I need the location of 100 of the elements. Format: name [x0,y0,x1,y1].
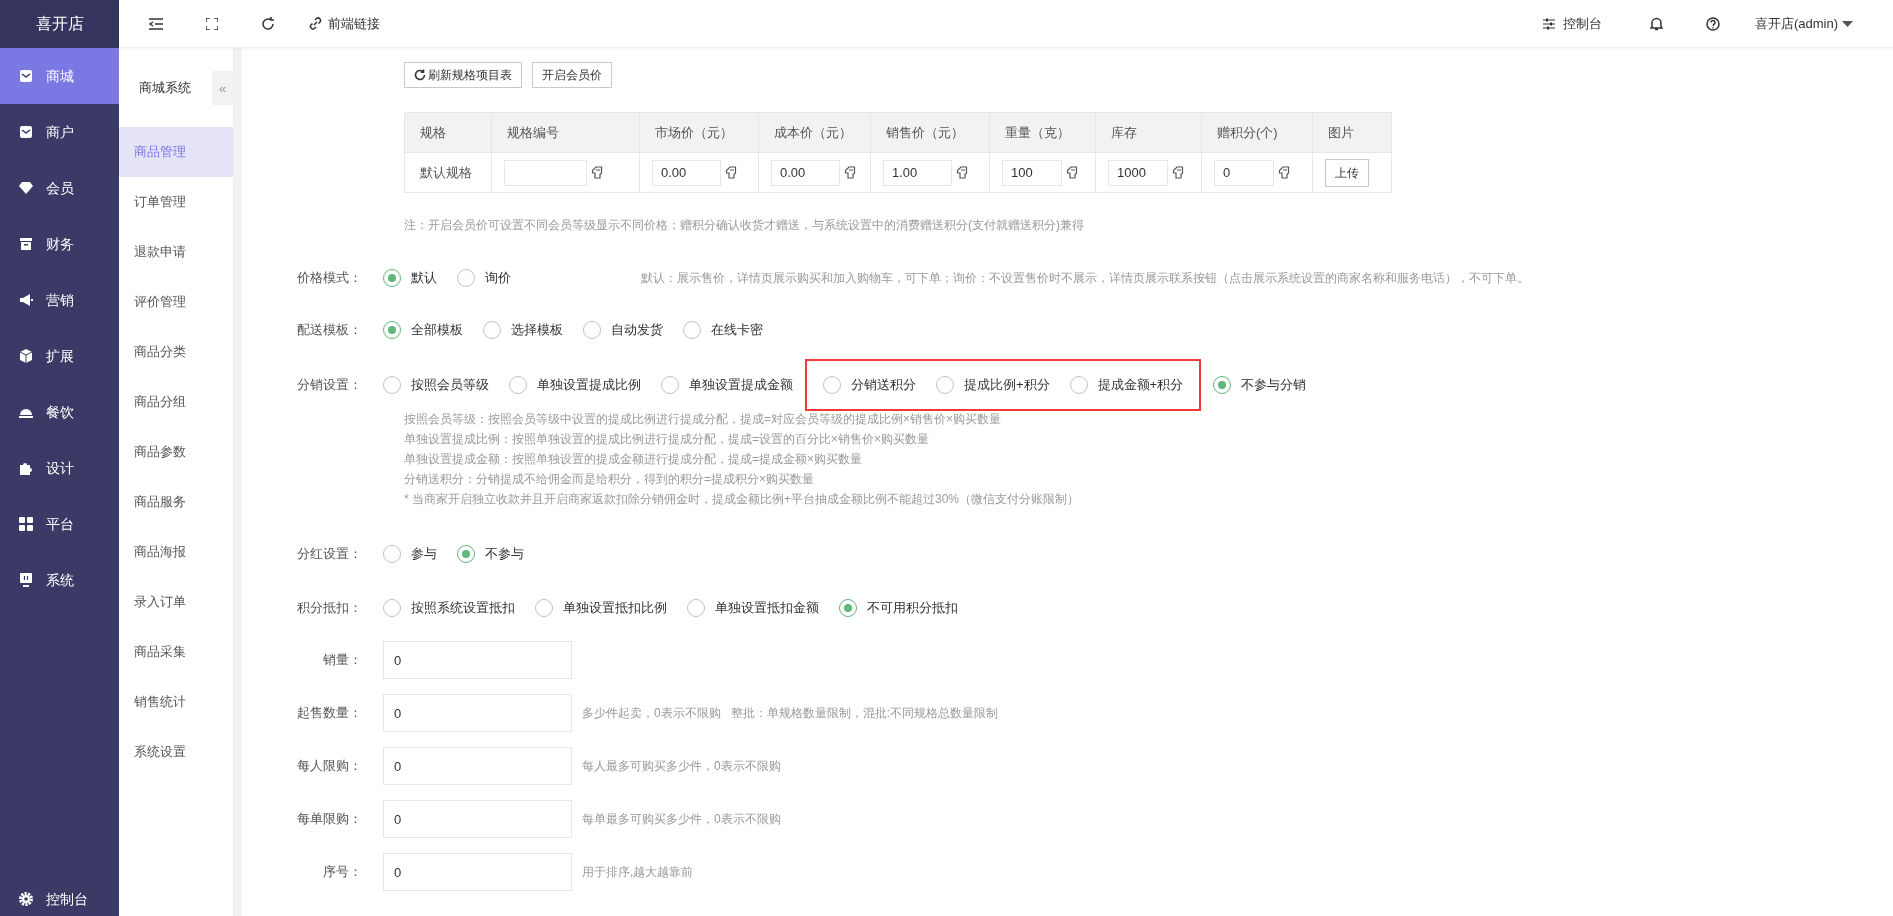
form-label: 每人限购： [297,758,362,774]
radio-option[interactable]: 默认 [383,268,437,288]
nav-item[interactable]: 设计 [0,440,119,496]
nav-item[interactable]: 营销 [0,272,119,328]
nav-item[interactable]: 商城 [0,48,119,104]
settings-icon [19,892,33,906]
column-header: 图片 [1312,112,1392,153]
nav-footer-item[interactable]: 控制台 [0,882,119,916]
toolbar-button[interactable]: 刷新规格项目表 [404,62,522,88]
input-field[interactable]: 0 [383,853,572,891]
radio-option[interactable]: 不参与 [457,544,524,564]
notification-icon[interactable] [1649,16,1663,31]
nav-item[interactable]: 系统 [0,552,119,608]
radio-option[interactable]: 单独设置抵扣比例 [535,598,667,618]
radio-option[interactable]: 分销送积分 [823,375,916,395]
radio-option[interactable]: 不参与分销 [1213,375,1307,395]
radio-option[interactable]: 自动发货 [583,320,663,340]
table-input[interactable]: 0 [1214,159,1274,186]
gem-icon [19,182,33,194]
input-field[interactable]: 0 [383,800,572,838]
column-header: 规格 [404,112,492,153]
subnav-item[interactable]: 退款申请 [119,227,233,277]
radio-option[interactable]: 选择模板 [483,320,563,340]
form-label: 分销设置： [297,377,362,393]
pointing-hand-icon[interactable] [591,166,603,179]
subnav-item[interactable]: 商品采集 [119,627,233,677]
form-label: 销量： [323,652,362,668]
column-header: 赠积分(个) [1201,112,1313,153]
cloche-icon [19,406,33,418]
form-label: 分红设置： [297,546,362,562]
radio-option[interactable]: 询价 [457,268,511,288]
nav-item[interactable]: 商户 [0,104,119,160]
radio-option[interactable]: 单独设置提成金额 [661,375,793,395]
pointing-hand-icon[interactable] [1066,166,1078,179]
inbox-icon [19,125,33,139]
link-icon [309,17,322,30]
column-header: 成本价（元） [758,112,871,153]
menu-fold-icon[interactable] [149,17,163,30]
pointing-hand-icon[interactable] [1172,166,1184,179]
radio-option[interactable]: 不可用积分抵扣 [839,598,958,618]
radio-option[interactable]: 单独设置提成比例 [509,375,641,395]
nav-item[interactable]: 会员 [0,160,119,216]
radio-option[interactable]: 单独设置抵扣金额 [687,598,819,618]
input-field[interactable]: 0 [383,694,572,732]
console-link[interactable]: 控制台 [1542,13,1602,34]
table-input[interactable]: 1000 [1108,159,1168,186]
fullscreen-icon[interactable] [206,17,218,30]
frontend-link[interactable]: 前端链接 [309,13,380,34]
table-input[interactable]: 1.00 [883,159,952,186]
user-menu[interactable]: 喜开店(admin) [1754,13,1853,34]
description-text: * 当商家开启独立收款并且开启商家返款扣除分销佣金时，提成金额比例+平台抽成金额比例不能超过30%（微信支付分账限制） [404,491,1081,508]
subnav-item[interactable]: 商品参数 [119,427,233,477]
hint-text: 多少件起卖，0表示不限购 整批：单规格数量限制，混批:不同规格总数量限制 [582,705,998,722]
column-header: 销售价（元） [870,112,990,153]
subnav-item[interactable]: 商品海报 [119,527,233,577]
description-text: 分销送积分：分销提成不给佣金而是给积分，得到的积分=提成积分×购买数量 [404,471,815,488]
form-label: 价格模式： [297,270,362,286]
subnav-item[interactable]: 商品服务 [119,477,233,527]
hint-text: 用于排序,越大越靠前 [582,864,694,881]
table-input[interactable]: 0.00 [652,159,721,186]
radio-option[interactable]: 提成金额+积分 [1069,375,1184,395]
table-input[interactable]: 100 [1002,159,1062,186]
subnav-item[interactable]: 系统设置 [119,727,233,777]
nav-item[interactable]: 扩展 [0,328,119,384]
radio-option[interactable]: 全部模板 [383,320,463,340]
subnav-item[interactable]: 订单管理 [119,177,233,227]
help-icon[interactable] [1705,16,1720,31]
radio-option[interactable]: 在线卡密 [683,320,763,340]
radio-option[interactable]: 按照会员等级 [383,375,489,395]
column-header: 市场价（元） [639,112,759,153]
subnav-item[interactable]: 商品分组 [119,377,233,427]
radio-option[interactable]: 参与 [383,544,437,564]
nav-item[interactable]: 财务 [0,216,119,272]
hint-text: 默认：展示售价，详情页展示购买和加入购物车，可下单；询价：不设置售价时不展示，详情页展示联系按钮（点击展示系统设置的商家名称和服务电话），不可下单。 [641,270,1529,287]
subnav-item[interactable]: 商品分类 [119,327,233,377]
monitor-icon [19,573,33,587]
input-field[interactable]: 0 [383,747,572,785]
pointing-hand-icon[interactable] [956,166,968,179]
radio-option[interactable]: 提成比例+积分 [936,375,1050,395]
note-text: 注：开启会员价可设置不同会员等级显示不同价格；赠积分确认收货才赠送，与系统设置中的消费赠送积分(支付就赠送积分)兼得 [404,217,1085,234]
column-header: 重量（克） [989,112,1096,153]
description-text: 单独设置提成比例：按照单独设置的提成比例进行提成分配，提成=设置的百分比×销售价×购买数量 [404,431,931,448]
pointing-hand-icon[interactable] [1278,166,1290,179]
table-input[interactable]: 0.00 [771,159,840,186]
subnav-item[interactable]: 销售统计 [119,677,233,727]
hint-text: 每单最多可购买多少件，0表示不限购 [582,811,781,828]
input-field[interactable]: 0 [383,641,572,679]
subnav-item[interactable]: 录入订单 [119,577,233,627]
refresh-icon[interactable] [261,16,275,31]
radio-option[interactable]: 按照系统设置抵扣 [383,598,515,618]
table-input[interactable] [504,159,587,186]
pointing-hand-icon[interactable] [844,166,856,179]
nav-item[interactable]: 餐饮 [0,384,119,440]
subnav-item[interactable]: 评价管理 [119,277,233,327]
box-icon [19,237,33,251]
toolbar-button[interactable]: 开启会员价 [532,62,612,88]
form-label: 起售数量： [297,705,362,721]
nav-item[interactable]: 平台 [0,496,119,552]
upload-button[interactable]: 上传 [1325,158,1369,187]
pointing-hand-icon[interactable] [725,166,737,179]
